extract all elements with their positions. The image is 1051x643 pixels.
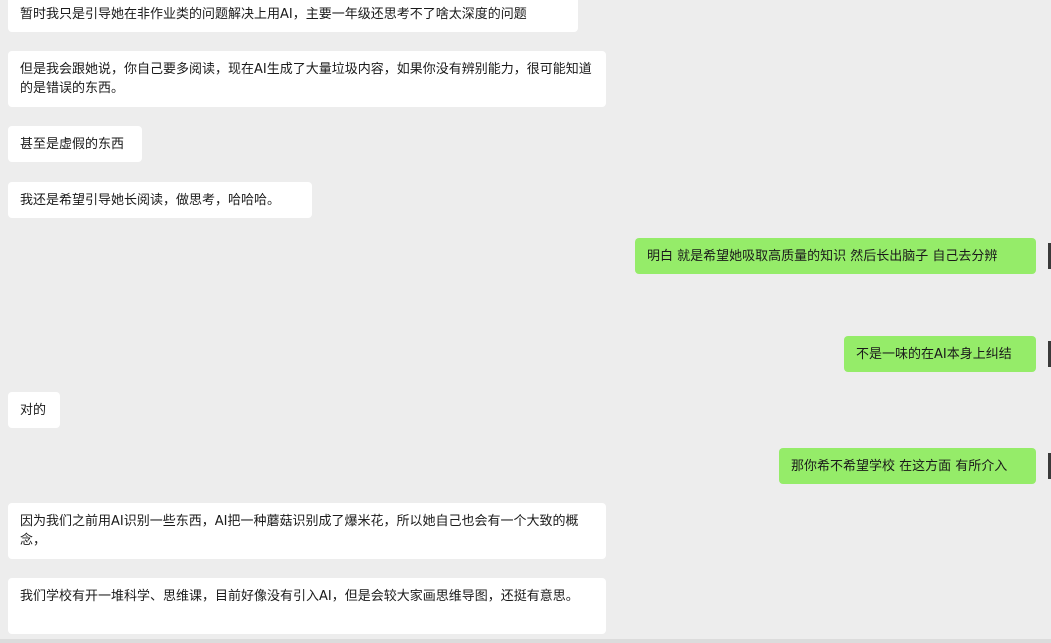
message-text: 明白 就是希望她吸取高质量的知识 然后长出脑子 自己去分辨 [647,248,998,264]
message-bubble-incoming[interactable]: 但是我会跟她说，你自己要多阅读，现在AI生成了大量垃圾内容，如果你没有辨别能力，… [8,51,606,107]
message-bubble-incoming[interactable]: 甚至是虚假的东西 [8,126,142,162]
message-bubble-outgoing[interactable]: 不是一味的在AI本身上纠结 [844,336,1036,372]
message-bubble-incoming[interactable]: 我们学校有开一堆科学、思维课，目前好像没有引入AI，但是会较大家画思维导图，还挺… [8,578,606,634]
message-bubble-incoming[interactable]: 我还是希望引导她长阅读，做思考，哈哈哈。 [8,182,312,218]
message-bubble-outgoing[interactable]: 明白 就是希望她吸取高质量的知识 然后长出脑子 自己去分辨 [635,238,1036,274]
message-bubble-incoming[interactable]: 因为我们之前用AI识别一些东西，AI把一种蘑菇识别成了爆米花，所以她自己也会有一… [8,503,606,559]
message-bubble-incoming[interactable]: 暂时我只是引导她在非作业类的问题解决上用AI，主要一年级还思考不了啥太深度的问题 [8,0,578,32]
message-text: 但是我会跟她说，你自己要多阅读，现在AI生成了大量垃圾内容，如果你没有辨别能力，… [20,62,592,96]
message-text: 甚至是虚假的东西 [20,136,125,152]
message-text: 对的 [20,402,47,418]
message-bubble-incoming[interactable]: 对的 [8,392,60,428]
message-text: 因为我们之前用AI识别一些东西，AI把一种蘑菇识别成了爆米花，所以她自己也会有一… [20,514,579,548]
chat-bottom-divider [0,639,1051,643]
message-text: 那你希不希望学校 在这方面 有所介入 [791,458,1008,474]
chat-message-area[interactable]: 暂时我只是引导她在非作业类的问题解决上用AI，主要一年级还思考不了啥太深度的问题… [0,0,1051,643]
message-text: 不是一味的在AI本身上纠结 [856,346,1012,362]
message-text: 我还是希望引导她长阅读，做思考，哈哈哈。 [20,192,281,208]
message-text: 暂时我只是引导她在非作业类的问题解决上用AI，主要一年级还思考不了啥太深度的问题 [20,6,527,22]
message-bubble-outgoing[interactable]: 那你希不希望学校 在这方面 有所介入 [779,448,1036,484]
message-text: 我们学校有开一堆科学、思维课，目前好像没有引入AI，但是会较大家画思维导图，还挺… [20,589,579,604]
